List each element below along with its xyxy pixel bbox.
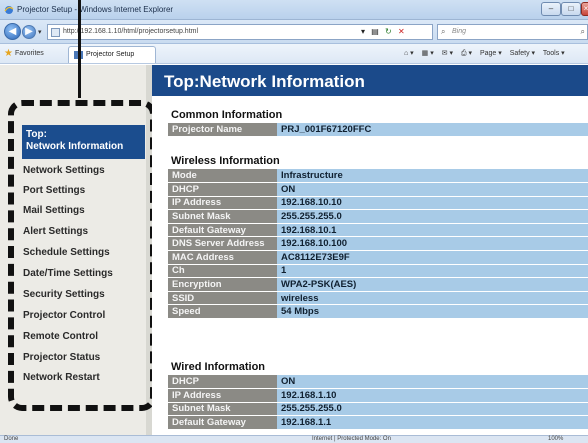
- search-box[interactable]: ⌕ Bing ⌕: [437, 24, 588, 40]
- row-key: DNS Server Address: [168, 236, 277, 252]
- table-row: DHCP ON: [168, 375, 588, 390]
- table-row: Encryption WPA2-PSK(AES): [168, 277, 588, 292]
- row-value: 192.168.10.10: [277, 196, 588, 211]
- command-bar: ⌂ ▾ ▦ ▾ ✉ ▾ ⎙ ▾ Page ▾ Safety ▾ Tools ▾: [404, 49, 571, 58]
- address-row: ◀ ▶ ▾ http://192.168.1.10/html/projector…: [0, 20, 588, 44]
- table-row: Speed 54 Mbps: [168, 304, 588, 320]
- section-heading-wired: Wired Information: [171, 361, 266, 373]
- maximize-button[interactable]: □: [561, 2, 581, 16]
- tab-label: Projector Setup: [86, 51, 135, 58]
- row-key: Projector Name: [168, 123, 277, 138]
- callout-dashed-frame: [8, 100, 156, 411]
- row-value: 192.168.1.10: [277, 388, 588, 403]
- row-key: Mode: [168, 169, 277, 184]
- row-key: Default Gateway: [168, 223, 277, 238]
- browser-tab[interactable]: Projector Setup: [68, 46, 156, 63]
- row-key: Speed: [168, 304, 277, 320]
- status-bar: Done Internet | Protected Mode: On 100%: [0, 435, 588, 443]
- address-bar[interactable]: http://192.168.1.10/html/projectorsetup.…: [47, 24, 433, 40]
- table-row: IP Address 192.168.1.10: [168, 388, 588, 403]
- row-value: 192.168.10.100: [277, 236, 588, 252]
- section-heading-common: Common Information: [171, 109, 283, 121]
- row-value: wireless: [277, 291, 588, 306]
- wired-info-table: DHCP ON IP Address 192.168.1.10 Subnet Mas…: [168, 375, 588, 430]
- row-value: 192.168.1.1: [277, 415, 588, 430]
- page-menu[interactable]: Page ▾: [480, 50, 502, 57]
- internet-explorer-icon: [4, 6, 14, 14]
- zoom-level[interactable]: 100%: [548, 436, 563, 442]
- row-value: WPA2-PSK(AES): [277, 277, 588, 292]
- table-row: Projector Name PRJ_001F67120FFC: [168, 123, 588, 138]
- row-value: ON: [277, 375, 588, 390]
- row-key: MAC Address: [168, 250, 277, 265]
- page-header: Top:Network Information: [152, 65, 588, 96]
- row-value: 1: [277, 264, 588, 279]
- table-row: DNS Server Address 192.168.10.100: [168, 236, 588, 252]
- row-value: 255.255.255.0: [277, 402, 588, 417]
- page-title: Top:Network Information: [164, 72, 365, 91]
- row-key: Encryption: [168, 277, 277, 292]
- window-title: Projector Setup - Windows Internet Explo…: [17, 5, 174, 14]
- table-row: Subnet Mask 255.255.255.0: [168, 402, 588, 417]
- print-icon[interactable]: ⎙ ▾: [461, 50, 472, 57]
- security-zone: Internet | Protected Mode: On: [312, 436, 391, 442]
- home-icon[interactable]: ⌂ ▾: [404, 50, 414, 57]
- table-row: Default Gateway 192.168.10.1: [168, 223, 588, 238]
- history-dropdown-icon[interactable]: ▾: [38, 28, 42, 36]
- section-heading-wireless: Wireless Information: [171, 155, 280, 167]
- search-placeholder[interactable]: Bing: [452, 28, 466, 35]
- row-key: DHCP: [168, 182, 277, 197]
- callout-line: [78, 0, 81, 98]
- page-icon: [51, 28, 60, 37]
- row-value: PRJ_001F67120FFC: [277, 123, 588, 138]
- table-row: Ch 1: [168, 264, 588, 279]
- row-key: Default Gateway: [168, 415, 277, 430]
- row-value: AC8112E73E9F: [277, 250, 588, 265]
- address-dropdown-icon[interactable]: ▾: [361, 27, 365, 36]
- status-text: Done: [4, 436, 19, 442]
- row-value: 192.168.10.1: [277, 223, 588, 238]
- search-provider-icon: ⌕: [441, 27, 446, 36]
- tools-menu[interactable]: Tools ▾: [543, 50, 565, 57]
- row-key: Ch: [168, 264, 277, 279]
- table-row: DHCP ON: [168, 182, 588, 197]
- row-value: 54 Mbps: [277, 304, 588, 320]
- row-key: IP Address: [168, 196, 277, 211]
- safety-menu[interactable]: Safety ▾: [510, 50, 535, 57]
- table-row: Mode Infrastructure: [168, 169, 588, 184]
- favorites-bar: ★ Favorites Projector Setup ⌂ ▾ ▦ ▾ ✉ ▾ …: [0, 44, 588, 64]
- mail-icon[interactable]: ✉ ▾: [442, 50, 453, 57]
- favorites-button[interactable]: Favorites: [15, 50, 44, 57]
- refresh-icon[interactable]: ↻: [385, 27, 392, 36]
- row-value: Infrastructure: [277, 169, 588, 184]
- search-icon[interactable]: ⌕: [581, 27, 585, 37]
- feeds-icon[interactable]: ▦ ▾: [422, 50, 434, 57]
- wireless-info-table: Mode Infrastructure DHCP ON IP Address 192.…: [168, 169, 588, 320]
- row-key: DHCP: [168, 375, 277, 390]
- common-info-table: Projector Name PRJ_001F67120FFC: [168, 123, 588, 138]
- compatibility-icon[interactable]: ▤: [371, 27, 379, 36]
- table-row: SSID wireless: [168, 291, 588, 306]
- row-key: Subnet Mask: [168, 209, 277, 224]
- table-row: IP Address 192.168.10.10: [168, 196, 588, 211]
- row-value: ON: [277, 182, 588, 197]
- row-key: Subnet Mask: [168, 402, 277, 417]
- favorites-star-icon[interactable]: ★: [4, 48, 13, 59]
- table-row: Subnet Mask 255.255.255.0: [168, 209, 588, 224]
- table-row: Default Gateway 192.168.1.1: [168, 415, 588, 430]
- minimize-button[interactable]: –: [541, 2, 561, 16]
- browser-titlebar: Projector Setup - Windows Internet Explo…: [0, 0, 588, 20]
- back-button[interactable]: ◀: [4, 23, 21, 40]
- row-key: SSID: [168, 291, 277, 306]
- row-value: 255.255.255.0: [277, 209, 588, 224]
- forward-button[interactable]: ▶: [22, 25, 36, 39]
- close-button[interactable]: ×: [581, 2, 588, 16]
- url-text[interactable]: http://192.168.1.10/html/projectorsetup.…: [63, 28, 198, 35]
- row-key: IP Address: [168, 388, 277, 403]
- table-row: MAC Address AC8112E73E9F: [168, 250, 588, 265]
- stop-icon[interactable]: ✕: [398, 27, 405, 36]
